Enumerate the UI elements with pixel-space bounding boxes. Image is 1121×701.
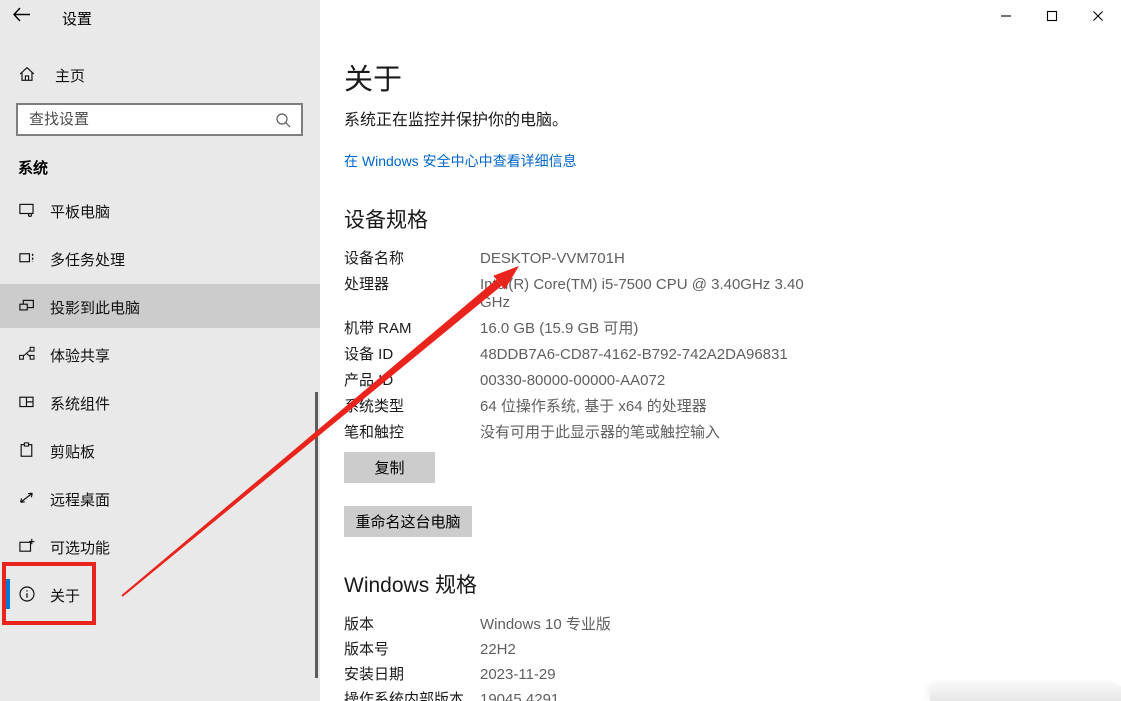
spec-value: Intel(R) Core(TM) i5-7500 CPU @ 3.40GHz … xyxy=(480,276,804,311)
spec-label: 机带 RAM xyxy=(344,320,412,337)
sidebar-item-label: 多任务处理 xyxy=(50,252,126,269)
spec-row-device-name: 设备名称 DESKTOP-VVM701H xyxy=(344,250,815,268)
sidebar-item-label: 剪贴板 xyxy=(50,444,96,461)
close-icon xyxy=(1093,11,1103,21)
spec-label: 版本 xyxy=(344,616,375,633)
spec-label: 处理器 xyxy=(344,276,390,293)
background-window-edge xyxy=(930,686,1121,701)
search-input[interactable] xyxy=(18,105,301,134)
spec-value: 64 位操作系统, 基于 x64 的处理器 xyxy=(480,398,707,415)
spec-value: 19045.4291 xyxy=(480,691,560,701)
sidebar-item-optional-features[interactable]: 可选功能 xyxy=(0,524,320,568)
sidebar-item-label: 远程桌面 xyxy=(50,492,111,509)
maximize-button[interactable] xyxy=(1029,0,1075,32)
sidebar-item-home[interactable]: 主页 xyxy=(0,56,320,92)
sidebar-item-label: 主页 xyxy=(55,68,86,85)
spec-value: 48DDB7A6-CD87-4162-B792-742A2DA96831 xyxy=(480,346,788,363)
sidebar-item-projecting[interactable]: 投影到此电脑 xyxy=(0,284,320,328)
app-title: 设置 xyxy=(62,11,93,28)
selected-accent-bar xyxy=(6,579,10,609)
spec-row-processor: 处理器 Intel(R) Core(TM) i5-7500 CPU @ 3.40… xyxy=(344,276,815,312)
spec-label: 设备 ID xyxy=(344,346,394,363)
windows-spec-list: 版本 Windows 10 专业版 版本号 22H2 安装日期 2023-11-… xyxy=(344,616,611,701)
sidebar-item-tablet[interactable]: 平板电脑 xyxy=(0,188,320,232)
project-to-pc-icon xyxy=(19,299,34,311)
rename-pc-button[interactable]: 重命名这台电脑 xyxy=(344,506,472,537)
sidebar-item-label: 系统组件 xyxy=(50,396,111,413)
remote-desktop-icon xyxy=(20,492,33,503)
spec-row-product-id: 产品 ID 00330-80000-00000-AA072 xyxy=(344,372,815,390)
copy-button[interactable]: 复制 xyxy=(344,452,435,483)
search-box xyxy=(16,103,303,136)
spec-row-edition: 版本 Windows 10 专业版 xyxy=(344,616,611,634)
sidebar-item-label: 平板电脑 xyxy=(50,204,111,221)
sidebar-item-clipboard[interactable]: 剪贴板 xyxy=(0,428,320,472)
spec-value: 00330-80000-00000-AA072 xyxy=(480,372,666,389)
search-icon[interactable] xyxy=(273,111,293,131)
page-title: 关于 xyxy=(344,64,403,96)
optional-features-icon xyxy=(19,538,35,552)
main-content: 关于 系统正在监控并保护你的电脑。 在 Windows 安全中心中查看详细信息 … xyxy=(344,0,964,701)
minimize-icon xyxy=(1001,15,1011,17)
spec-value: Windows 10 专业版 xyxy=(480,616,611,633)
spec-value: 2023-11-29 xyxy=(480,666,556,683)
spec-row-system-type: 系统类型 64 位操作系统, 基于 x64 的处理器 xyxy=(344,398,815,416)
sidebar: 设置 主页 系统 平板电脑 xyxy=(0,0,320,701)
spec-label: 安装日期 xyxy=(344,666,405,683)
home-icon xyxy=(19,66,35,81)
tablet-icon xyxy=(19,203,34,217)
spec-row-install-date: 安装日期 2023-11-29 xyxy=(344,666,611,684)
maximize-icon xyxy=(1046,10,1058,22)
system-components-icon xyxy=(19,396,34,408)
windows-spec-heading: Windows 规格 xyxy=(344,574,478,597)
spec-row-os-build: 操作系统内部版本 19045.4291 xyxy=(344,691,611,701)
shared-experiences-icon xyxy=(19,346,35,360)
device-spec-heading: 设备规格 xyxy=(344,209,428,232)
sidebar-item-about[interactable]: 关于 xyxy=(0,572,320,616)
spec-row-pen-touch: 笔和触控 没有可用于此显示器的笔或触控输入 xyxy=(344,424,815,442)
back-arrow-icon xyxy=(13,7,30,22)
spec-row-device-id: 设备 ID 48DDB7A6-CD87-4162-B792-742A2DA968… xyxy=(344,346,815,364)
clipboard-icon xyxy=(20,442,33,457)
sidebar-item-label: 关于 xyxy=(50,588,81,605)
device-spec-list: 设备名称 DESKTOP-VVM701H 处理器 Intel(R) Core(T… xyxy=(344,250,815,450)
sidebar-item-label: 体验共享 xyxy=(50,348,111,365)
sidebar-item-label: 可选功能 xyxy=(50,540,111,557)
window-controls xyxy=(983,0,1121,32)
spec-label: 产品 ID xyxy=(344,372,394,389)
page-subtitle: 系统正在监控并保护你的电脑。 xyxy=(344,112,569,129)
sidebar-item-multitasking[interactable]: 多任务处理 xyxy=(0,236,320,280)
info-icon xyxy=(19,586,35,602)
spec-value: 22H2 xyxy=(480,641,516,658)
minimize-button[interactable] xyxy=(983,0,1029,32)
titlebar: 设置 xyxy=(0,0,320,32)
spec-row-ram: 机带 RAM 16.0 GB (15.9 GB 可用) xyxy=(344,320,815,338)
spec-value: 16.0 GB (15.9 GB 可用) xyxy=(480,320,639,337)
spec-value: DESKTOP-VVM701H xyxy=(480,250,625,267)
sidebar-item-label: 投影到此电脑 xyxy=(50,300,141,317)
spec-value: 没有可用于此显示器的笔或触控输入 xyxy=(480,424,721,441)
sidebar-section-system: 系统 xyxy=(18,160,49,177)
sidebar-item-shared-experiences[interactable]: 体验共享 xyxy=(0,332,320,376)
spec-label: 笔和触控 xyxy=(344,424,405,441)
settings-window: 设置 主页 系统 平板电脑 xyxy=(0,0,1121,701)
spec-label: 版本号 xyxy=(344,641,390,658)
spec-label: 系统类型 xyxy=(344,398,405,415)
spec-label: 操作系统内部版本 xyxy=(344,691,465,701)
sidebar-scrollbar[interactable] xyxy=(315,392,318,678)
spec-label: 设备名称 xyxy=(344,250,405,267)
close-button[interactable] xyxy=(1075,0,1121,32)
spec-row-version: 版本号 22H2 xyxy=(344,641,611,659)
sidebar-item-system-components[interactable]: 系统组件 xyxy=(0,380,320,424)
windows-security-link[interactable]: 在 Windows 安全中心中查看详细信息 xyxy=(344,151,577,171)
multitask-icon xyxy=(19,253,34,263)
sidebar-item-remote-desktop[interactable]: 远程桌面 xyxy=(0,476,320,520)
back-button[interactable] xyxy=(12,6,36,26)
